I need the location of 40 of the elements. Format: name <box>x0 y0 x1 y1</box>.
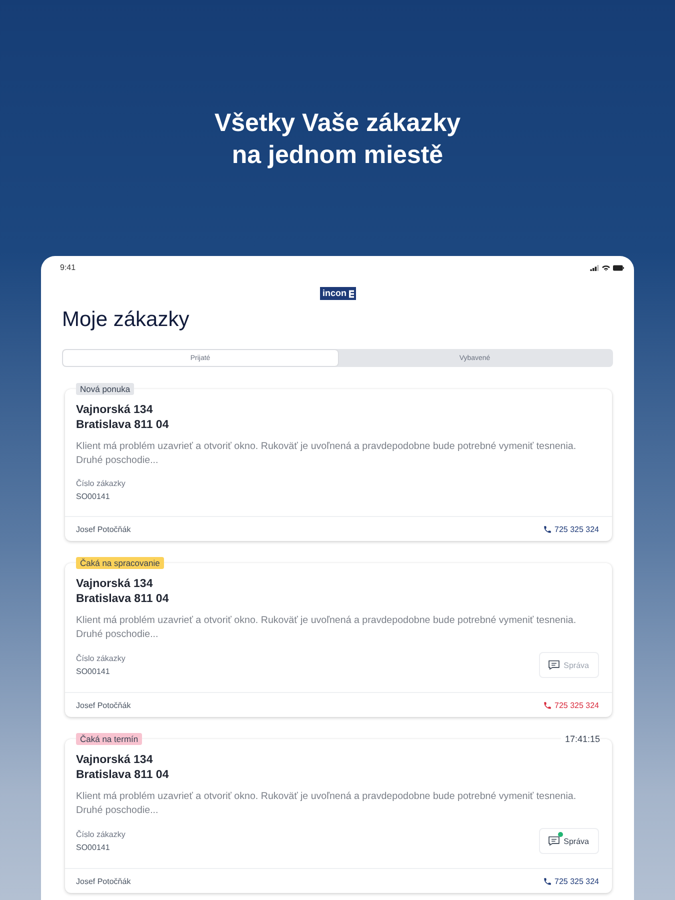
message-icon <box>548 836 560 846</box>
order-number-label: Číslo zákazky <box>76 653 126 664</box>
city-address: Bratislava 811 04 <box>76 768 170 783</box>
timestamp: 17:41:15 <box>560 733 600 745</box>
status-badge: Čaká na termín <box>76 733 142 745</box>
battery-icon <box>613 265 624 271</box>
street-address: Vajnorská 134 <box>76 753 154 768</box>
status-badge: Nová ponuka <box>76 383 134 395</box>
phone-icon <box>542 700 552 710</box>
notification-dot-icon <box>558 832 563 837</box>
headline: Všetky Vaše zákazky na jednom miestě <box>213 108 462 171</box>
city-address: Bratislava 811 04 <box>76 592 170 607</box>
order-description: Klient má problém uzavrieť a otvoriť okno. Rukoväť je uvoľnená a pravdepodobne bude potrebné vymeniť tesnenia. Druhé poschodie... <box>76 440 578 468</box>
city-address: Bratislava 811 04 <box>76 418 170 433</box>
street-address: Vajnorská 134 <box>76 577 154 592</box>
page-title: Moje zákazky <box>62 308 190 332</box>
status-badge: Čaká na spracovanie <box>76 557 164 569</box>
customer-name: Josef Potočňák <box>76 524 131 534</box>
customer-name: Josef Potočňák <box>76 700 131 710</box>
order-number-label: Číslo zákazky <box>76 829 126 840</box>
order-number-label: Číslo zákazky <box>76 478 126 489</box>
order-description: Klient má problém uzavrieť a otvoriť okno. Rukoväť je uvoľnená a pravdepodobne bude potrebné vymeniť tesnenia. Druhé poschodie... <box>76 790 578 818</box>
street-address: Vajnorská 134 <box>76 403 154 418</box>
order-number: SO00141 <box>76 491 111 502</box>
customer-name: Josef Potočňák <box>76 876 131 886</box>
message-button[interactable]: Správa <box>538 828 599 854</box>
order-description: Klient má problém uzavrieť a otvoriť okno. Rukoväť je uvoľnená a pravdepodobne bude potrebné vymeniť tesnenia. Druhé poschodie... <box>76 614 578 642</box>
order-number: SO00141 <box>76 842 111 853</box>
wifi-icon <box>602 265 610 271</box>
phone-link[interactable]: 725 325 324 <box>542 524 599 534</box>
message-icon <box>548 660 560 670</box>
logo-text: incon <box>322 288 346 299</box>
status-time: 9:41 <box>60 263 76 273</box>
phone-icon <box>542 524 552 534</box>
signal-icon <box>590 265 599 271</box>
order-number: SO00141 <box>76 666 111 677</box>
phone-link[interactable]: 725 325 324 <box>542 876 599 886</box>
phone-link[interactable]: 725 325 324 <box>542 700 599 710</box>
phone-icon <box>542 876 552 886</box>
message-button[interactable]: Správa <box>538 652 599 678</box>
